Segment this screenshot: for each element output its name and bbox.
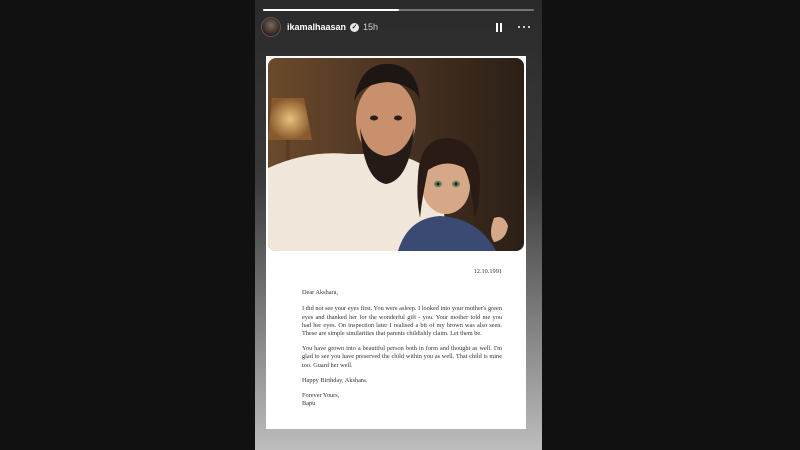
avatar[interactable] — [261, 17, 281, 37]
letter-paragraph-1: I did not see your eyes first. You were … — [302, 305, 502, 338]
letter-birthday-line: Happy Birthday, Akshara. — [302, 376, 368, 384]
letter: 12.10.1991 Dear Akshara, I did not see y… — [302, 268, 502, 408]
photo — [268, 58, 524, 251]
story-progress-bar — [263, 9, 534, 11]
story-header: ikamalhaasan ✓ 15h — [261, 16, 532, 38]
verified-badge-icon: ✓ — [350, 22, 360, 32]
story-progress-fill — [263, 9, 399, 11]
pause-button[interactable] — [492, 20, 506, 34]
letter-salutation: Dear Akshara, — [302, 289, 339, 297]
letter-closing: Forever Yours, — [302, 392, 340, 400]
letter-paragraph-2: You have grown into a beautiful person b… — [302, 345, 502, 369]
letter-signature: Bapu — [302, 400, 316, 408]
story-card: 12.10.1991 Dear Akshara, I did not see y… — [266, 56, 526, 429]
username[interactable]: ikamalhaasan — [287, 22, 346, 32]
more-options-button[interactable] — [516, 20, 532, 34]
story-viewer[interactable]: ikamalhaasan ✓ 15h 12.10.1991 Dear Aksha… — [255, 0, 542, 450]
post-time: 15h — [363, 22, 379, 32]
more-options-icon — [518, 25, 521, 29]
letter-date: 12.10.1991 — [473, 268, 502, 275]
pause-icon — [495, 22, 498, 32]
